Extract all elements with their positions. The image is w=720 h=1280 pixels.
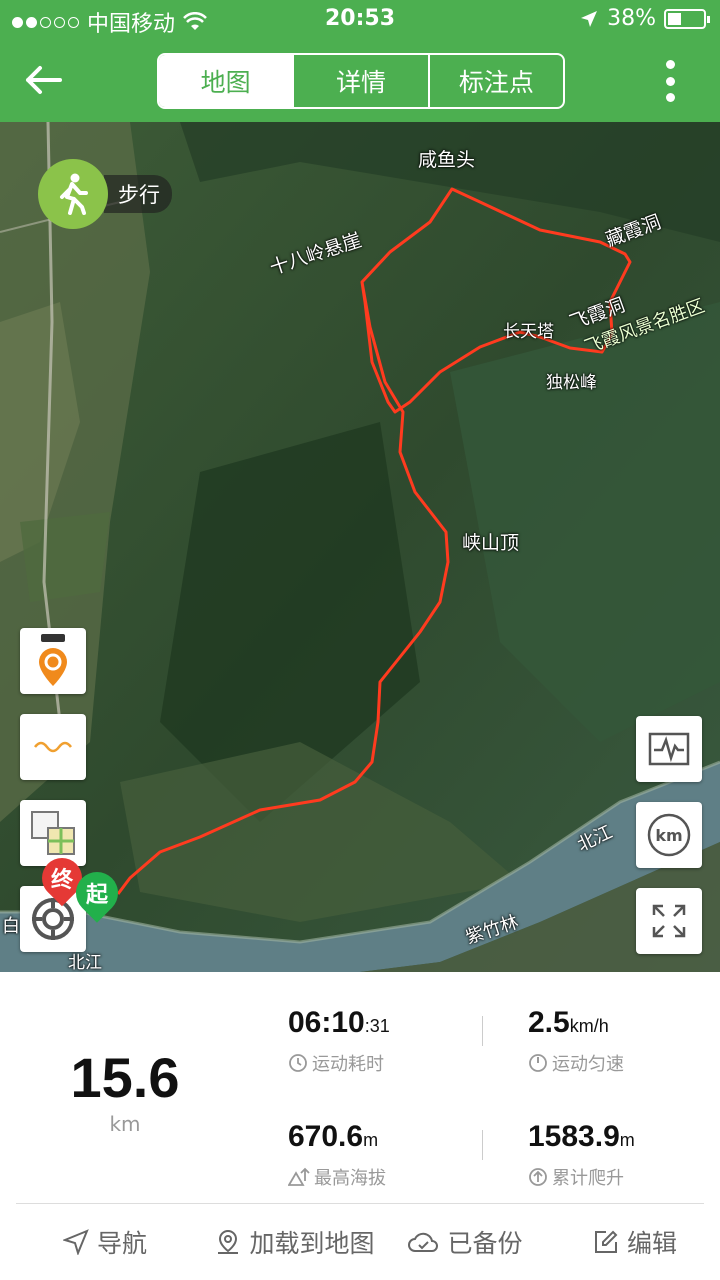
heart-rate-chart-icon	[648, 732, 690, 766]
edit-button[interactable]: 编辑	[550, 1204, 720, 1280]
photo-marker-button[interactable]	[20, 628, 86, 694]
target-icon	[32, 898, 74, 940]
map-label-river-left: 白	[2, 916, 20, 937]
svg-text:km: km	[655, 826, 682, 845]
stat-duration: 06:10:31 运动耗时	[288, 1006, 390, 1076]
stat-speed: 2.5km/h 运动匀速	[528, 1006, 624, 1076]
back-arrow-icon	[26, 66, 62, 94]
fullscreen-button[interactable]	[636, 888, 702, 954]
stats-panel: 15.6 km 06:10:31 运动耗时 2.5km/h 运动匀速 670.6…	[0, 972, 720, 1204]
map-label-dusong-peak: 独松峰	[546, 373, 597, 393]
bottom-action-bar: 导航 加载到地图 已备份 编辑	[0, 1204, 720, 1280]
distance-unit: km	[109, 1112, 141, 1136]
speedometer-icon	[529, 1054, 547, 1072]
activity-mode-badge[interactable]: 步行	[38, 159, 172, 229]
navigate-button[interactable]: 导航	[0, 1204, 210, 1280]
map-label-xianyutou: 咸鱼头	[418, 149, 476, 171]
edit-icon	[594, 1230, 618, 1253]
altitude-value: 670.6	[288, 1120, 364, 1153]
load-to-map-label: 加载到地图	[249, 1229, 375, 1258]
duration-label: 运动耗时	[312, 1054, 384, 1075]
total-distance: 15.6 km	[40, 1046, 210, 1137]
navigation-arrow-icon	[62, 1229, 89, 1255]
climb-value: 1583.9	[528, 1120, 620, 1153]
altitude-unit: m	[363, 1130, 379, 1150]
mountain-up-icon	[288, 1167, 310, 1186]
km-markers-button[interactable]: km	[636, 802, 702, 868]
header: 地图 详情 标注点	[0, 40, 720, 122]
duration-seconds: :31	[364, 1016, 390, 1036]
elevation-profile-button[interactable]	[20, 714, 86, 780]
km-icon: km	[647, 813, 691, 857]
backup-status-button[interactable]: 已备份	[380, 1204, 550, 1280]
climb-label: 累计爬升	[552, 1168, 624, 1189]
edit-label: 编辑	[626, 1229, 677, 1258]
tab-markers[interactable]: 标注点	[427, 55, 563, 107]
view-tabs: 地图 详情 标注点	[157, 53, 565, 109]
satellite-map[interactable]: 咸鱼头 十八岭悬崖 藏霞洞 飞霞洞 飞霞风景名胜区 长天塔 独松峰 峡山顶 北江…	[0, 122, 720, 972]
stat-total-climb: 1583.9m 累计爬升	[528, 1120, 635, 1190]
wave-line-icon	[34, 741, 72, 753]
cloud-check-icon	[408, 1232, 439, 1252]
map-layers-button[interactable]	[20, 800, 86, 866]
tab-details[interactable]: 详情	[292, 55, 427, 107]
photo-marker-icon	[39, 634, 67, 686]
layers-icon	[31, 811, 75, 855]
walking-mode-icon	[38, 159, 108, 229]
battery-percent: 38%	[607, 6, 656, 31]
more-menu-button[interactable]	[664, 60, 676, 102]
map-label-changtian-tower: 长天塔	[503, 322, 554, 342]
navigate-label: 导航	[96, 1229, 147, 1258]
battery-icon	[664, 8, 710, 29]
activity-mode-label: 步行	[104, 175, 172, 213]
distance-value: 15.6	[70, 1046, 180, 1109]
app-screen: 中国移动 20:53 38% 地图 详情 标注点 咸鱼头 十八岭悬崖 藏霞洞 飞…	[0, 0, 720, 1280]
map-label-xiashan-summit: 峡山顶	[462, 532, 520, 554]
tab-map[interactable]: 地图	[159, 55, 293, 107]
chart-button[interactable]	[636, 716, 702, 782]
back-button[interactable]	[24, 60, 64, 100]
location-arrow-icon	[581, 10, 598, 27]
load-to-map-button[interactable]: 加载到地图	[210, 1204, 380, 1280]
expand-icon	[652, 904, 686, 938]
speed-unit: km/h	[569, 1016, 609, 1036]
speed-value: 2.5	[528, 1006, 570, 1039]
climb-unit: m	[619, 1130, 635, 1150]
status-bar: 中国移动 20:53 38%	[0, 0, 720, 40]
speed-label: 运动匀速	[552, 1054, 624, 1075]
backup-label: 已备份	[447, 1229, 523, 1258]
map-pin-icon	[218, 1229, 239, 1254]
stat-max-altitude: 670.6m 最高海拔	[288, 1120, 386, 1190]
arrow-up-circle-icon	[529, 1168, 547, 1186]
clock-icon	[289, 1054, 307, 1072]
duration-value: 06:10	[288, 1006, 365, 1039]
altitude-label: 最高海拔	[314, 1168, 386, 1189]
